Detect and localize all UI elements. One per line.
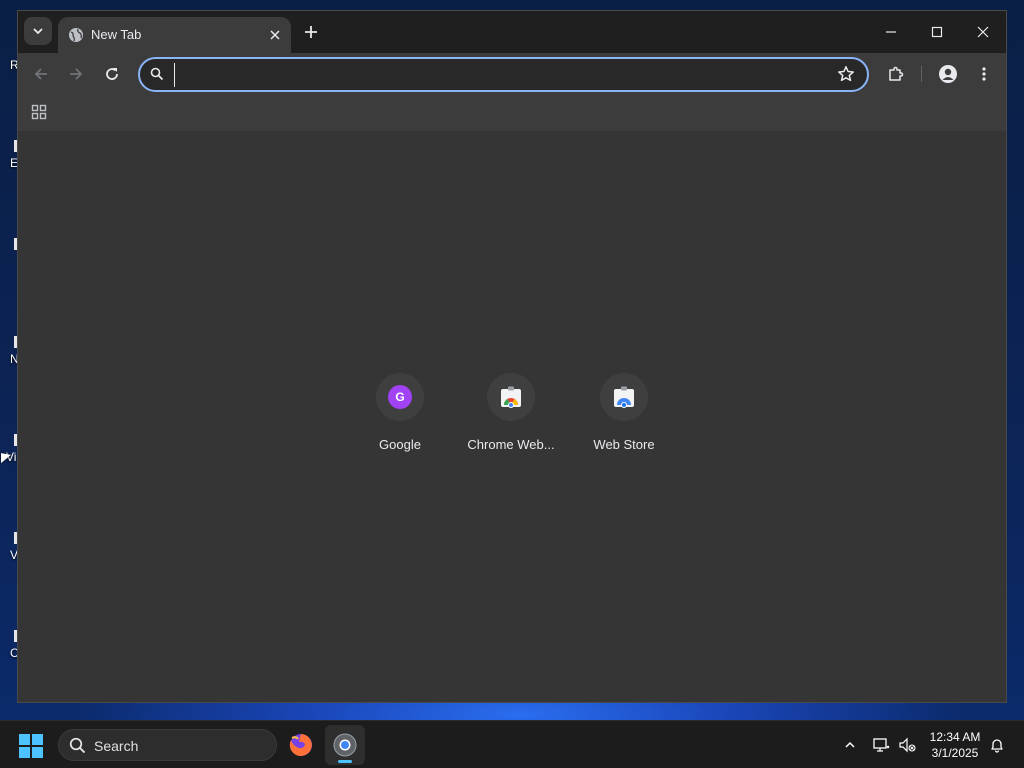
new-tab-page: G Google Chrome Web... Web Store xyxy=(18,131,1006,702)
menu-button[interactable] xyxy=(970,60,998,88)
more-vertical-icon xyxy=(982,67,986,81)
minimize-icon xyxy=(886,31,896,33)
web-store-icon xyxy=(614,386,634,408)
close-window-button[interactable] xyxy=(960,18,1006,46)
show-hidden-icons-button[interactable] xyxy=(838,733,862,757)
profile-button[interactable] xyxy=(934,60,962,88)
google-letter-icon: G xyxy=(388,385,412,409)
search-icon xyxy=(69,737,86,754)
address-input[interactable] xyxy=(174,63,814,87)
windows-start-icon[interactable] xyxy=(18,733,44,759)
browser-window: New Tab G Google Chrome Web... Web Store xyxy=(17,10,1007,703)
chevron-down-icon xyxy=(33,28,43,35)
network-monitor-icon xyxy=(873,738,890,752)
apps-grid-icon xyxy=(31,104,47,120)
close-icon xyxy=(977,26,989,38)
shortcut-name: Chrome Web... xyxy=(467,437,555,452)
tab-close-button[interactable] xyxy=(265,25,285,45)
shortcut-tile[interactable] xyxy=(487,373,535,421)
notifications-button[interactable] xyxy=(985,733,1009,757)
extensions-button[interactable] xyxy=(882,60,910,88)
maximize-button[interactable] xyxy=(914,18,960,46)
chrome-icon xyxy=(333,733,357,757)
star-icon[interactable] xyxy=(837,65,855,83)
shortcut-web-store[interactable]: Web Store xyxy=(568,373,680,452)
taskbar-chrome[interactable] xyxy=(325,725,365,765)
maximize-icon xyxy=(931,26,943,38)
reload-button[interactable] xyxy=(98,60,126,88)
back-button[interactable] xyxy=(27,60,55,88)
puzzle-icon xyxy=(889,66,904,81)
minimize-button[interactable] xyxy=(868,18,914,46)
toolbar xyxy=(18,53,1006,95)
plus-icon xyxy=(305,26,317,38)
clock-date: 3/1/2025 xyxy=(931,746,979,760)
shortcut-name: Google xyxy=(379,437,421,452)
tab-search-button[interactable] xyxy=(24,17,52,45)
close-icon xyxy=(270,30,280,40)
arrow-right-icon xyxy=(70,68,83,80)
active-app-indicator xyxy=(338,760,352,763)
tab-new-tab[interactable]: New Tab xyxy=(58,17,291,53)
arrow-left-icon xyxy=(34,68,47,80)
address-bar[interactable] xyxy=(138,57,869,92)
network-tray-button[interactable] xyxy=(869,733,893,757)
avatar-icon xyxy=(939,65,957,83)
shortcut-tile[interactable]: G xyxy=(376,373,424,421)
volume-muted-icon xyxy=(899,737,916,753)
bell-icon xyxy=(991,739,1003,753)
forward-button[interactable] xyxy=(62,60,90,88)
search-icon xyxy=(150,67,164,81)
shortcut-name: Web Store xyxy=(593,437,655,452)
shortcut-tile[interactable] xyxy=(600,373,648,421)
shortcut-chrome-web-store[interactable]: Chrome Web... xyxy=(455,373,567,452)
toolbar-divider xyxy=(921,66,922,82)
taskbar: Search 12:34 AM 3/1/2025 xyxy=(0,720,1024,768)
new-tab-button[interactable] xyxy=(299,20,323,44)
taskbar-firefox[interactable] xyxy=(281,725,321,765)
apps-button[interactable] xyxy=(28,101,50,123)
chrome-web-store-icon xyxy=(501,386,521,408)
chevron-up-icon xyxy=(845,741,855,748)
clock-time: 12:34 AM xyxy=(929,730,981,744)
firefox-icon xyxy=(289,734,312,756)
globe-icon xyxy=(69,28,83,42)
taskbar-search-label: Search xyxy=(94,738,139,754)
mouse-cursor-icon xyxy=(1,453,11,465)
volume-tray-button[interactable] xyxy=(895,733,919,757)
tab-title: New Tab xyxy=(91,27,142,42)
shortcut-google[interactable]: G Google xyxy=(344,373,456,452)
reload-icon xyxy=(106,68,118,80)
title-bar: New Tab xyxy=(18,11,1006,53)
system-clock[interactable]: 12:34 AM 3/1/2025 xyxy=(918,729,992,761)
bookmarks-bar xyxy=(18,95,1006,131)
taskbar-search-box[interactable]: Search xyxy=(58,729,277,761)
